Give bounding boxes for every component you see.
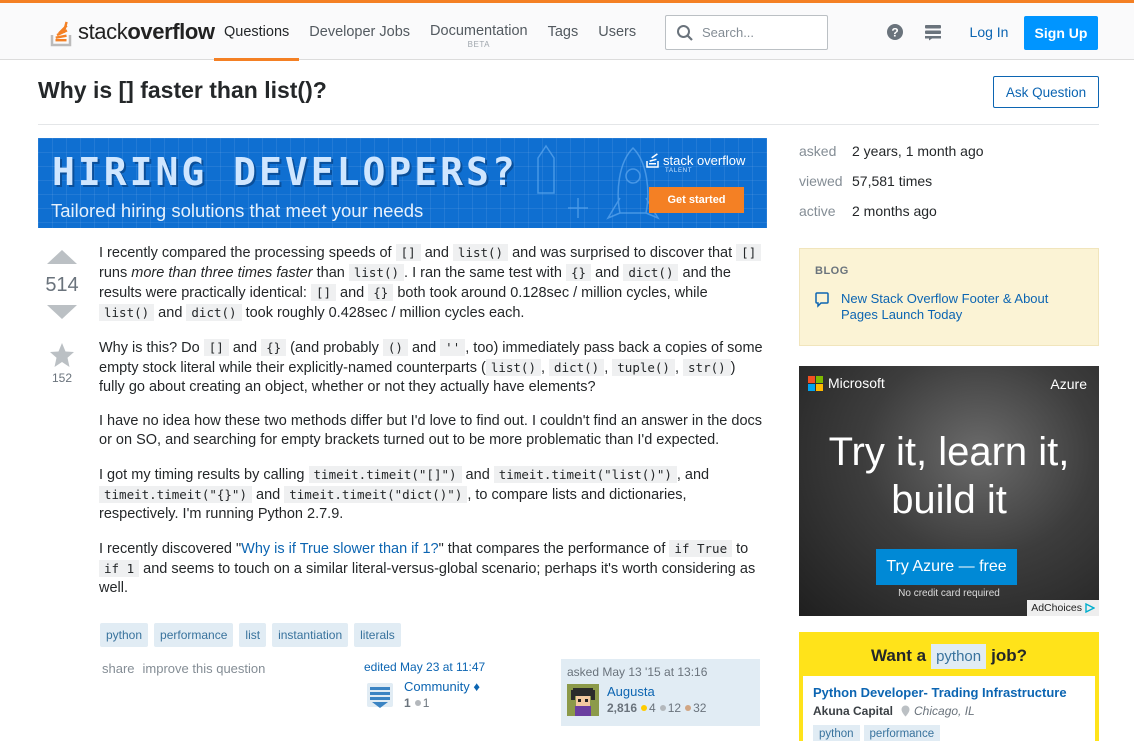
microsoft-logo-icon	[808, 375, 823, 391]
editor-reputation: 11	[404, 696, 430, 710]
banner-subline: Tailored hiring solutions that meet your…	[51, 200, 424, 221]
tag-list[interactable]: list	[239, 623, 267, 647]
signup-button[interactable]: Sign Up	[1024, 16, 1098, 50]
vote-cell: 514 152	[40, 246, 84, 385]
augusta-avatar-icon[interactable]	[567, 684, 599, 716]
editor-card: edited May 23 at 11:47 Community ♦ 11	[364, 660, 554, 711]
question-body: I recently compared the processing speed…	[99, 243, 763, 613]
job-company: Akuna Capital	[813, 704, 894, 718]
silver-badge-icon	[659, 705, 666, 711]
jobs-tag-python[interactable]: python	[931, 643, 987, 669]
nav-tags[interactable]: Tags	[538, 3, 589, 60]
svg-text:?: ?	[891, 26, 898, 40]
silver-badge-icon	[414, 700, 421, 706]
ask-question-button[interactable]: Ask Question	[993, 76, 1099, 108]
body-paragraph-3: I have no idea how these two methods dif…	[99, 413, 763, 448]
owner-reputation: 2,816 4 12 32	[607, 701, 707, 715]
post-menu: share improve this question	[102, 661, 265, 676]
stackoverflow-mini-logo-icon	[646, 153, 659, 168]
adchoices-link[interactable]: AdChoices	[1027, 600, 1099, 616]
gold-badge-icon	[641, 705, 648, 711]
asked-timestamp: asked May 13 '15 at 13:16	[567, 665, 708, 679]
body-paragraph-4: I got my timing results by calling timei…	[99, 466, 710, 522]
tag-python[interactable]: python	[100, 623, 149, 647]
stat-asked: asked 2 years, 1 month ago	[799, 143, 984, 159]
banner-brand: stack overflow	[646, 152, 745, 168]
blog-link[interactable]: New Stack Overflow Footer & About Pages …	[841, 291, 1083, 323]
title-divider	[38, 124, 1099, 125]
favorite-count: 152	[51, 371, 73, 385]
banner-brand-sub: TALENT	[665, 168, 693, 174]
body-paragraph-2: Why is this? Do [] and {} (and probably …	[99, 339, 763, 395]
jobs-widget: Want a python job? Python Developer- Tradi…	[799, 632, 1099, 741]
ad-product: Azure	[1050, 376, 1087, 392]
ad-headline: Try it, learn it, build it	[828, 430, 1070, 522]
question-title[interactable]: Why is [] faster than list()?	[38, 77, 327, 104]
location-pin-icon	[901, 705, 910, 717]
stat-active: active 2 months ago	[799, 203, 937, 219]
nav-developer-jobs[interactable]: Developer Jobs	[299, 3, 420, 60]
job-tag-python[interactable]: python	[813, 725, 860, 741]
edited-timestamp[interactable]: edited May 23 at 11:47	[364, 660, 554, 674]
community-avatar-icon[interactable]	[364, 679, 396, 711]
adchoices-icon	[1085, 603, 1095, 613]
main-nav: Questions Developer Jobs Documentation BE…	[214, 3, 646, 61]
site-logo[interactable]: stackoverflow	[50, 16, 215, 48]
jobs-heading: Want a python job?	[803, 636, 1095, 676]
tag-instantiation[interactable]: instantiation	[272, 623, 349, 647]
owner-name[interactable]: Augusta	[607, 684, 706, 699]
nav-questions[interactable]: Questions	[214, 3, 300, 61]
downvote-button[interactable]	[40, 301, 84, 323]
tag-literals[interactable]: literals	[354, 623, 401, 647]
blog-widget: BLOG New Stack Overflow Footer & About P…	[799, 248, 1099, 346]
question-tags: python performance list instantiation li…	[100, 623, 401, 647]
banner-headline: HIRING DEVELOPERS?	[52, 150, 518, 194]
star-icon	[50, 343, 74, 367]
site-header: stackoverflow Questions Developer Jobs D…	[0, 3, 1134, 61]
related-question-link[interactable]: Why is if True slower than if 1?	[241, 541, 438, 557]
help-icon[interactable]: ?	[885, 22, 905, 42]
search-box[interactable]	[665, 15, 828, 50]
active-link[interactable]: 2 months ago	[852, 203, 937, 219]
search-input[interactable]	[702, 25, 812, 40]
try-azure-button[interactable]: Try Azure — free	[876, 549, 1017, 585]
blog-heading: BLOG	[815, 265, 849, 277]
job-location: Chicago, IL	[914, 704, 975, 718]
speech-bubble-icon	[815, 292, 829, 308]
job-title-link[interactable]: Python Developer- Trading Infrastructure	[813, 685, 1095, 700]
bronze-badge-icon	[685, 705, 692, 711]
banner-get-started-button[interactable]: Get started	[649, 187, 744, 213]
talent-banner-ad[interactable]: HIRING DEVELOPERS? Tailored hiring solut…	[38, 138, 767, 228]
microsoft-brand: Microsoft	[808, 375, 885, 391]
upvote-button[interactable]	[40, 246, 84, 268]
stackoverflow-logo-icon	[50, 21, 72, 47]
job-meta: Akuna Capital Chicago, IL	[813, 704, 1095, 718]
share-link[interactable]: share	[102, 661, 135, 676]
beta-label: BETA	[467, 39, 490, 49]
nav-users[interactable]: Users	[588, 3, 646, 60]
blog-item[interactable]: New Stack Overflow Footer & About Pages …	[815, 291, 1083, 323]
upvote-arrow-icon	[47, 250, 77, 264]
improve-question-link[interactable]: improve this question	[143, 661, 266, 676]
editor-name[interactable]: Community ♦	[404, 679, 480, 694]
job-tag-performance[interactable]: performance	[863, 725, 941, 741]
question-stats: asked 2 years, 1 month ago viewed 57,581 t…	[799, 136, 984, 226]
nav-documentation[interactable]: Documentation BETA	[420, 3, 538, 60]
logo-text: stackoverflow	[78, 19, 215, 44]
owner-card: asked May 13 '15 at 13:16 Augusta 2,816 4…	[561, 659, 760, 726]
job-tags: python performance	[813, 725, 1095, 741]
azure-ad[interactable]: Microsoft Azure Try it, learn it, build i…	[799, 366, 1099, 616]
vote-count: 514	[45, 274, 79, 296]
search-icon	[677, 24, 693, 41]
tag-performance[interactable]: performance	[154, 623, 234, 647]
body-paragraph-1: I recently compared the processing speed…	[99, 243, 763, 323]
favorite-button[interactable]	[40, 341, 84, 369]
site-switcher-icon[interactable]	[923, 22, 943, 42]
body-paragraph-5: I recently discovered "Why is if True sl…	[99, 540, 756, 596]
ad-fineprint: No credit card required	[898, 588, 1000, 599]
login-link[interactable]: Log In	[960, 15, 1018, 49]
downvote-arrow-icon	[47, 305, 77, 319]
stat-viewed: viewed 57,581 times	[799, 173, 933, 189]
